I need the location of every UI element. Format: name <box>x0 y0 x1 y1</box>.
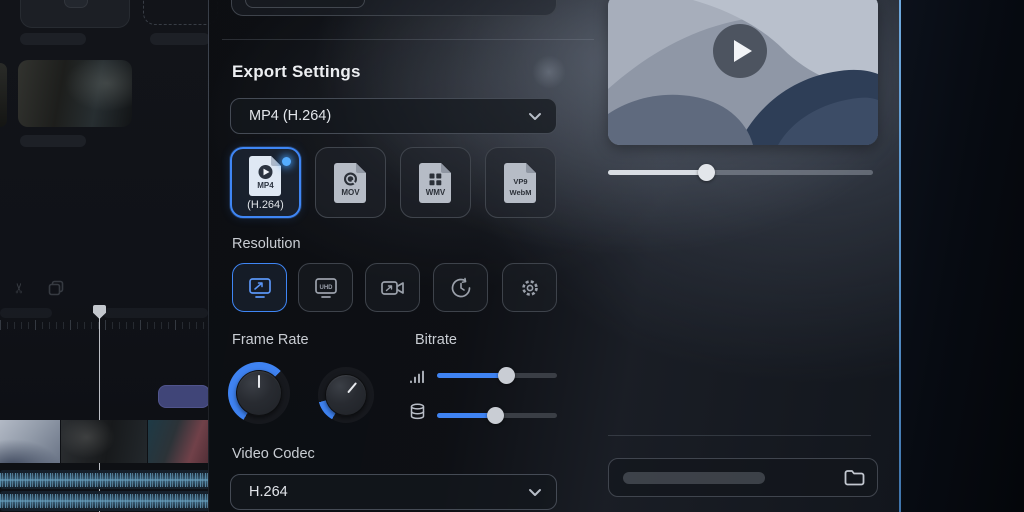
media-caption-skeleton <box>20 33 86 45</box>
play-icon <box>733 40 752 62</box>
camera-icon <box>380 277 406 299</box>
resolution-label: Resolution <box>232 236 301 252</box>
output-divider <box>608 435 871 436</box>
media-thumbnail-placeholder[interactable] <box>20 0 130 28</box>
svg-text:MP4: MP4 <box>257 181 274 190</box>
preview-progress-slider[interactable] <box>608 163 873 181</box>
audio-waveform-centerline <box>0 500 210 502</box>
section-divider <box>222 39 594 40</box>
folder-icon[interactable] <box>844 469 865 486</box>
format-button-mov[interactable]: MOV <box>315 147 386 218</box>
speed-dial-icon <box>448 277 474 299</box>
format-dropdown-value: MP4 (H.264) <box>249 108 332 124</box>
right-background-panel <box>901 0 1024 512</box>
resolution-button-framerate[interactable] <box>433 263 488 312</box>
knob-pointer <box>346 381 358 394</box>
ruler-skeleton <box>103 308 208 318</box>
svg-text:MOV: MOV <box>341 188 360 197</box>
media-caption-skeleton <box>20 135 86 147</box>
video-track-clip-3[interactable] <box>148 420 210 463</box>
knob-pointer <box>257 375 261 388</box>
format-button-mp4[interactable]: MP4 (H.264) <box>230 147 301 218</box>
format-caption: (H.264) <box>247 198 284 211</box>
output-path-skeleton <box>623 471 765 484</box>
codec-dropdown-value: H.264 <box>249 484 288 500</box>
media-thumbnail-partial[interactable] <box>0 63 7 127</box>
svg-text:UHD: UHD <box>319 285 333 291</box>
wmv-file-icon: WMV <box>419 162 451 203</box>
page-title: Export Settings <box>232 62 361 81</box>
signal-bars-icon <box>410 370 424 384</box>
video-track-clip-2[interactable] <box>61 420 147 463</box>
knob-rotor <box>228 362 290 424</box>
media-add-dropzone[interactable] <box>143 0 218 25</box>
slider-handle[interactable] <box>498 367 516 384</box>
chevron-down-icon <box>529 112 541 120</box>
resolution-button-row: UHD <box>232 263 557 312</box>
svg-text:WMV: WMV <box>426 188 446 197</box>
bitrate-slider-audio[interactable] <box>437 407 557 424</box>
bitrate-label: Bitrate <box>415 332 457 348</box>
media-thumbnail-video[interactable] <box>18 60 132 127</box>
database-icon <box>410 403 425 420</box>
output-path-field[interactable] <box>608 458 878 497</box>
svg-text:WebM: WebM <box>510 188 532 197</box>
display-uhd-icon: UHD <box>313 277 339 299</box>
play-button[interactable] <box>713 24 767 78</box>
progress-fill <box>608 170 707 175</box>
frame-rate-knob-2[interactable] <box>318 367 374 423</box>
format-button-row: MP4 (H.264) MOV WMV VP9 WebM <box>230 147 557 218</box>
cut-scissors-icon[interactable]: ✂ <box>11 282 27 294</box>
app-window: ✂ Export Settings MP4 (H.264) MP4 (H.264… <box>0 0 1024 512</box>
mp4-file-icon: MP4 <box>249 155 281 196</box>
duplicate-icon[interactable] <box>48 280 64 296</box>
ruler-skeleton <box>0 308 52 318</box>
top-partial-button[interactable] <box>245 0 365 8</box>
video-track-clip-1[interactable] <box>0 420 60 463</box>
audio-track-2[interactable] <box>0 491 210 511</box>
media-caption-skeleton <box>150 33 210 45</box>
frame-rate-label: Frame Rate <box>232 332 309 348</box>
format-dropdown[interactable]: MP4 (H.264) <box>230 98 557 134</box>
resolution-button-camera[interactable] <box>365 263 420 312</box>
media-thumbnail-icon <box>64 0 88 8</box>
audio-waveform-centerline <box>0 478 210 481</box>
timeline-clip-effect[interactable] <box>158 385 210 408</box>
display-hd-icon <box>247 277 273 299</box>
format-button-webm[interactable]: VP9 WebM <box>485 147 556 218</box>
slider-fill <box>437 373 507 378</box>
selected-indicator-dot <box>282 157 291 166</box>
video-codec-label: Video Codec <box>232 446 315 462</box>
audio-track-1[interactable] <box>0 470 210 489</box>
chevron-down-icon <box>529 488 541 496</box>
frame-rate-knob-1[interactable] <box>228 362 290 424</box>
timeline-ruler-major <box>0 320 210 330</box>
gear-icon <box>517 277 543 299</box>
bitrate-slider-video[interactable] <box>437 367 557 384</box>
format-button-wmv[interactable]: WMV <box>400 147 471 218</box>
codec-dropdown[interactable]: H.264 <box>230 474 557 510</box>
resolution-button-hd[interactable] <box>232 263 287 312</box>
webm-file-icon: VP9 WebM <box>504 162 536 203</box>
resolution-button-advanced[interactable] <box>502 263 557 312</box>
mov-file-icon: MOV <box>334 162 366 203</box>
top-partial-card <box>231 0 557 16</box>
resolution-button-uhd[interactable]: UHD <box>298 263 353 312</box>
svg-text:VP9: VP9 <box>513 177 527 186</box>
progress-handle[interactable] <box>697 163 715 181</box>
